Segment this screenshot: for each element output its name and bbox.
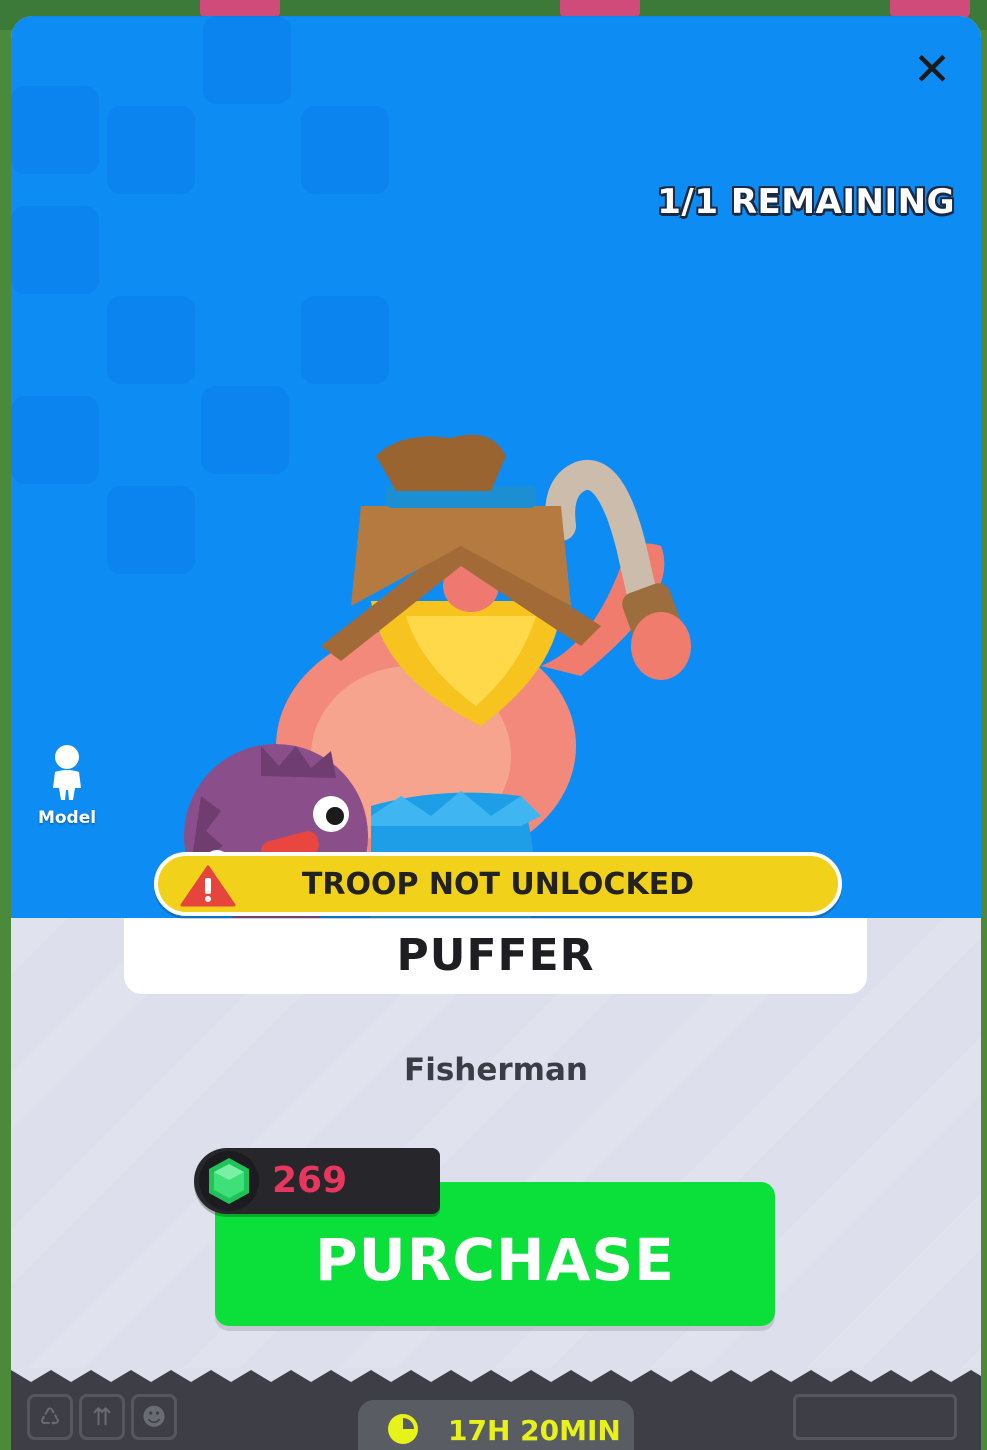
troop-preview-area: ✕ 1/1 REMAINING Model [11, 16, 981, 918]
upgrade-arrows-icon: ⇈ [79, 1394, 125, 1440]
offer-modal: ✕ 1/1 REMAINING Model PUFFER TROOP NOT U… [11, 16, 981, 1450]
remaining-count: 1/1 REMAINING [657, 182, 955, 222]
gem-icon [199, 1151, 259, 1211]
purchase-label: PURCHASE [315, 1226, 675, 1294]
clock-icon [388, 1414, 418, 1444]
face-icon: ☻ [131, 1394, 177, 1440]
timer-text: 17H 20MIN [448, 1414, 621, 1447]
troop-name: PUFFER [396, 930, 595, 981]
close-icon: ✕ [912, 42, 952, 96]
model-label: Model [37, 808, 97, 828]
barcode-icon [793, 1394, 957, 1440]
pattern-tile [301, 296, 389, 384]
warning-text: TROOP NOT UNLOCKED [301, 867, 695, 902]
pattern-tile [107, 296, 195, 384]
price-amount: 269 [272, 1160, 348, 1201]
model-view-button[interactable]: Model [35, 744, 99, 828]
offer-timer: 17H 20MIN [358, 1400, 634, 1450]
troop-locked-warning: TROOP NOT UNLOCKED [154, 852, 842, 916]
troop-name-card: PUFFER [124, 918, 867, 994]
troop-class: Fisherman [404, 1052, 588, 1088]
pattern-tile [203, 16, 291, 104]
pattern-tile [107, 106, 195, 194]
model-person-icon [53, 745, 81, 800]
pattern-tile [11, 206, 99, 294]
pattern-tile [301, 106, 389, 194]
price-tag: 269 [194, 1148, 440, 1214]
pattern-tile [11, 396, 99, 484]
recycle-icon: ♺ [27, 1394, 73, 1440]
pattern-tile [11, 86, 99, 174]
zigzag-edge [11, 1370, 981, 1386]
puffer-fisherman-character [184, 434, 691, 918]
close-button[interactable]: ✕ [909, 46, 955, 92]
